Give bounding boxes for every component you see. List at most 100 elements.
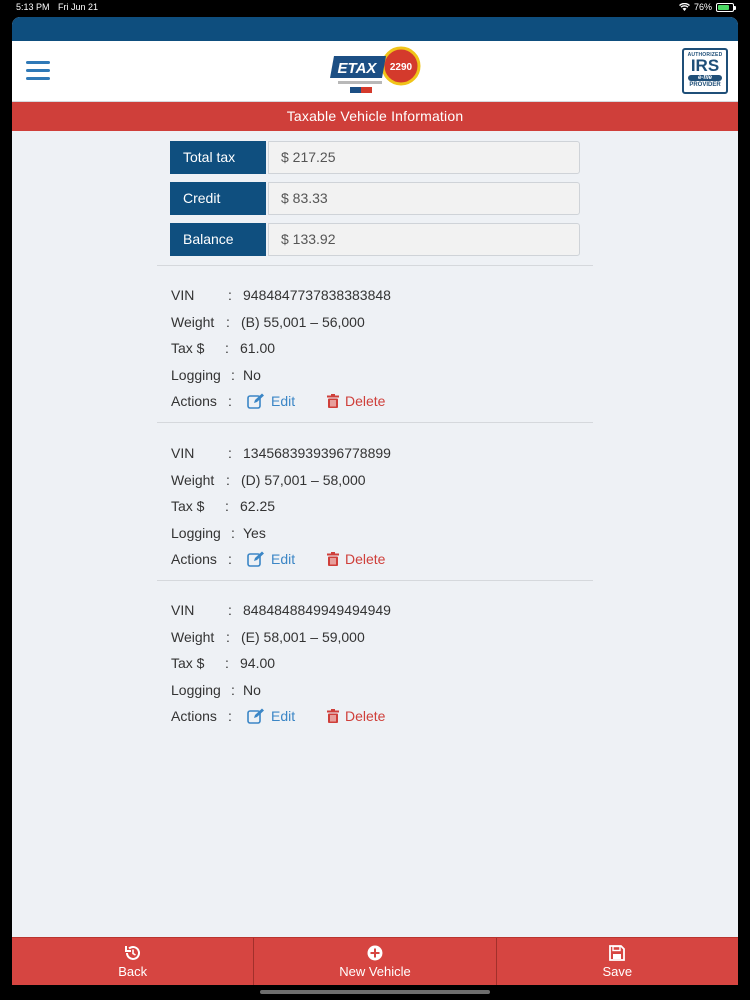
tax-row: Tax $ : 61.00 [171, 338, 591, 365]
back-button[interactable]: Back [12, 938, 255, 985]
separator: : [226, 471, 230, 488]
delete-button[interactable]: Delete [327, 549, 385, 569]
vin-value: 1345683939396778899 [243, 445, 391, 461]
app-screen: 2290 ETAX AUTHORIZED IRS e-file PROVIDER… [12, 17, 738, 985]
battery-icon [716, 2, 736, 12]
irs-efile-badge: AUTHORIZED IRS e-file PROVIDER [682, 48, 728, 94]
total-tax-row: Total tax $ 217.25 [170, 141, 580, 174]
logging-row: Logging : No [171, 680, 591, 707]
edit-button[interactable]: Edit [247, 706, 295, 726]
status-bar: 5:13 PM Fri Jun 21 76% [0, 0, 750, 16]
total-tax-field: $ 217.25 [268, 141, 580, 174]
edit-label: Edit [271, 551, 296, 567]
bottom-nav: Back New Vehicle Save [12, 937, 738, 985]
separator: : [226, 313, 230, 330]
trash-icon [327, 552, 339, 566]
section-title: Taxable Vehicle Information [12, 102, 738, 131]
irs-badge-mid: e-file [688, 75, 722, 81]
separator: : [228, 708, 232, 724]
tax-value: 94.00 [240, 655, 276, 671]
separator: : [225, 655, 229, 671]
logging-row: Logging : No [171, 365, 591, 392]
delete-button[interactable]: Delete [327, 391, 385, 411]
status-right: 76% [678, 2, 736, 12]
separator: : [225, 498, 229, 514]
delete-button[interactable]: Delete [327, 706, 385, 726]
actions-row: Actions : Edit Delete [171, 391, 591, 418]
tax-row: Tax $ : 94.00 [171, 653, 591, 680]
edit-button[interactable]: Edit [247, 549, 295, 569]
weight-label: Weight [171, 628, 215, 645]
actions-row: Actions : Edit Delete [171, 549, 591, 576]
new-vehicle-button[interactable]: New Vehicle [254, 938, 497, 985]
logging-value: No [243, 681, 261, 698]
weight-row: Weight : (B) 55,001 – 56,000 [171, 312, 591, 339]
actions-label: Actions [171, 393, 217, 409]
separator: : [231, 681, 235, 698]
separator: : [231, 524, 235, 541]
edit-label: Edit [271, 393, 296, 409]
logging-label: Logging [171, 366, 221, 383]
divider [157, 265, 593, 266]
weight-value: (D) 57,001 – 58,000 [241, 471, 366, 488]
logo-text: ETAX [338, 60, 378, 77]
logging-row: Logging : Yes [171, 523, 591, 550]
separator: : [228, 551, 232, 567]
floppy-disk-icon [609, 945, 626, 961]
vin-row: VIN : 9484847737838383848 [171, 285, 591, 312]
actions-row: Actions : Edit Delete [171, 706, 591, 733]
delete-label: Delete [345, 708, 386, 724]
credit-field: $ 83.33 [268, 182, 580, 215]
separator: : [228, 445, 232, 461]
weight-label: Weight [171, 471, 215, 488]
separator: : [228, 393, 232, 409]
weight-value: (E) 58,001 – 59,000 [241, 628, 365, 645]
save-button[interactable]: Save [497, 938, 738, 985]
separator: : [231, 366, 235, 383]
credit-row: Credit $ 83.33 [170, 182, 580, 215]
balance-field: $ 133.92 [268, 223, 580, 256]
logo-number: 2290 [390, 62, 413, 73]
actions-label: Actions [171, 708, 217, 724]
save-label: Save [602, 964, 633, 979]
totals-panel: Total tax $ 217.25 Credit $ 83.33 Balanc… [170, 141, 580, 264]
divider [157, 422, 593, 423]
hamburger-menu-icon[interactable] [26, 61, 50, 81]
trash-icon [327, 394, 339, 408]
etax-logo: 2290 ETAX [330, 44, 422, 96]
status-date: Fri Jun 21 [58, 2, 99, 12]
history-icon [124, 945, 140, 960]
separator: : [228, 602, 232, 618]
tax-value: 61.00 [240, 340, 276, 356]
vin-value: 8484848849949494949 [243, 602, 391, 618]
vehicle-card: VIN : 1345683939396778899 Weight : (D) 5… [171, 443, 591, 576]
app-header: 2290 ETAX AUTHORIZED IRS e-file PROVIDER [12, 41, 738, 102]
delete-label: Delete [345, 551, 386, 567]
total-tax-label: Total tax [170, 141, 266, 174]
plus-circle-icon [367, 945, 383, 961]
balance-label: Balance [170, 223, 266, 256]
separator: : [228, 287, 232, 303]
vin-label: VIN [171, 287, 195, 303]
vehicle-card: VIN : 8484848849949494949 Weight : (E) 5… [171, 600, 591, 733]
logging-label: Logging [171, 681, 221, 698]
wifi-icon [678, 3, 690, 11]
edit-button[interactable]: Edit [247, 391, 295, 411]
weight-value: (B) 55,001 – 56,000 [241, 313, 365, 330]
logging-label: Logging [171, 524, 221, 541]
tax-label: Tax $ [171, 340, 205, 356]
home-indicator[interactable] [260, 990, 490, 994]
divider [157, 580, 593, 581]
delete-label: Delete [345, 393, 386, 409]
back-label: Back [118, 964, 148, 979]
new-vehicle-label: New Vehicle [339, 964, 411, 979]
edit-icon [247, 551, 264, 567]
trash-icon [327, 709, 339, 723]
weight-row: Weight : (E) 58,001 – 59,000 [171, 627, 591, 654]
tax-value: 62.25 [240, 498, 276, 514]
credit-label: Credit [170, 182, 266, 215]
battery-percent: 76% [693, 2, 712, 12]
tax-label: Tax $ [171, 655, 205, 671]
weight-row: Weight : (D) 57,001 – 58,000 [171, 470, 591, 497]
vin-value: 9484847737838383848 [243, 287, 391, 303]
